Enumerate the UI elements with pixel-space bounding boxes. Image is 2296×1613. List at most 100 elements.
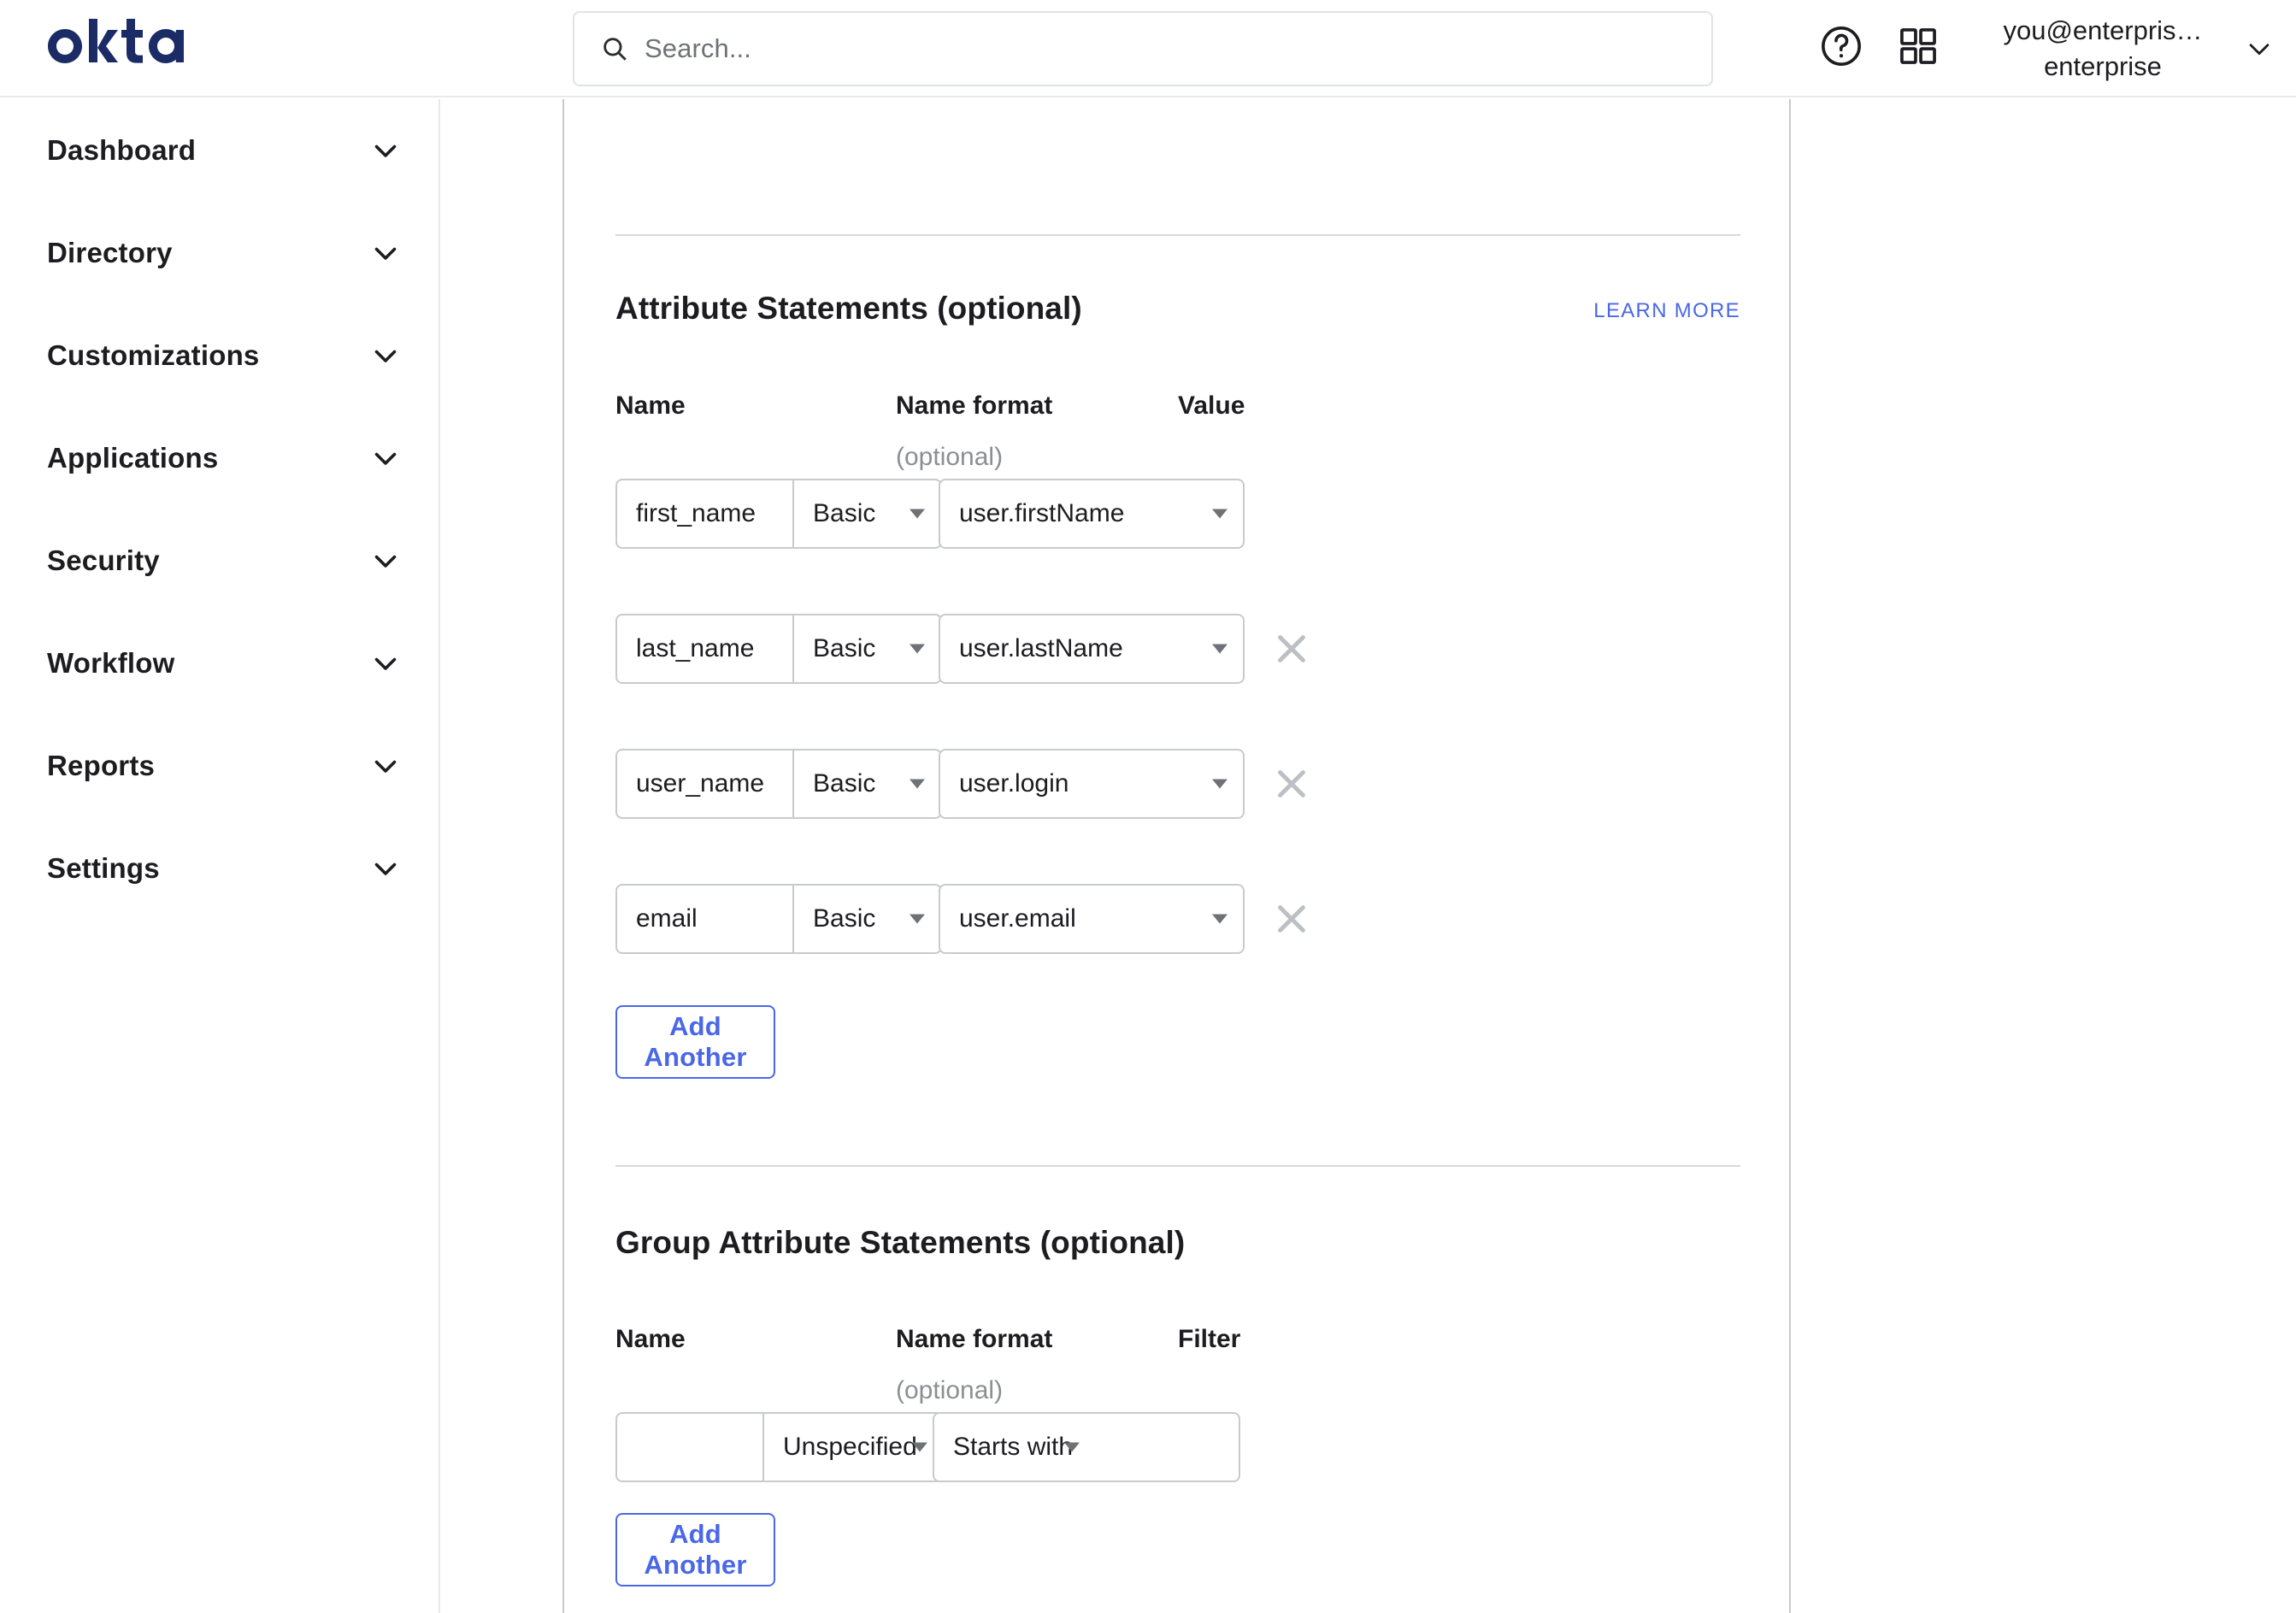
attribute-value-input[interactable] [939,884,1186,954]
attribute-name-input[interactable] [615,479,792,549]
learn-more-link[interactable]: LEARN MORE [1453,299,1740,323]
attribute-name-input[interactable] [615,884,792,954]
sidebar-item-reports[interactable]: Reports [0,715,439,817]
caret-down-icon [1212,509,1227,519]
remove-attribute-icon[interactable] [1272,899,1311,939]
main-content: Attribute Statements (optional) LEARN MO… [442,99,2296,1613]
okta-logo[interactable] [44,19,207,72]
chevron-down-icon [370,238,401,268]
caret-down-icon [1212,779,1227,789]
column-header-name-format-sub: (optional) [896,443,1004,471]
sidebar-item-dashboard[interactable]: Dashboard [0,99,439,202]
group-row-name-group: Unspecified [615,1412,945,1482]
attribute-row-name-group: Basic [615,749,942,819]
sidebar-item-workflow[interactable]: Workflow [0,612,439,715]
caret-down-icon [910,779,925,789]
attribute-name-format-select[interactable]: Basic [792,749,942,819]
group-name-format-value: Unspecified [783,1433,917,1461]
attribute-value-input[interactable] [939,749,1186,819]
attribute-name-format-value: Basic [813,769,876,798]
caret-down-icon [1064,1442,1080,1452]
divider-top [615,234,1740,236]
attribute-value-input[interactable] [939,479,1186,549]
search-icon [600,34,629,63]
sidebar-item-label: Settings [47,852,160,884]
attribute-value-input[interactable] [939,614,1186,684]
user-menu-email: you@enterpris… [2003,15,2203,45]
caret-down-icon [1212,914,1227,924]
attribute-name-input[interactable] [615,749,792,819]
attribute-value-dropdown-button[interactable] [1186,884,1245,954]
attribute-name-format-value: Basic [813,499,876,527]
attribute-row-value-group [939,884,1245,954]
remove-attribute-icon[interactable] [1272,764,1311,804]
add-another-attribute-button[interactable]: Add Another [615,1005,775,1079]
help-circle-icon[interactable] [1818,23,1864,69]
sidebar-item-security[interactable]: Security [0,509,439,612]
column-header-value: Value [1178,391,1245,420]
sidebar-item-label: Customizations [47,339,260,371]
column-header-name-format: Name format [896,391,1053,420]
divider-middle [615,1165,1740,1167]
top-bar: Search... you@enterpris… enterprise [0,0,2296,97]
group-attribute-statements-heading: Group Attribute Statements (optional) [615,1225,1186,1260]
sidebar-nav: Dashboard Directory Customizations Appli… [0,99,440,1613]
caret-down-icon [910,644,925,654]
attribute-name-input[interactable] [615,614,792,684]
chevron-down-icon [370,648,401,679]
attribute-name-format-select[interactable]: Basic [792,884,942,954]
caret-down-icon [912,1442,927,1452]
chevron-down-icon [370,135,401,166]
caret-down-icon [910,509,925,519]
apps-grid-icon[interactable] [1896,24,1940,68]
sidebar-item-label: Applications [47,442,219,474]
user-menu-text: you@enterpris… enterprise [1975,13,2231,85]
chevron-down-icon [2245,34,2274,63]
chevron-down-icon [370,853,401,884]
attribute-row-name-group: Basic [615,884,942,954]
group-column-header-filter: Filter [1178,1325,1241,1353]
attribute-value-dropdown-button[interactable] [1186,614,1245,684]
group-filter-operator-value: Starts with [953,1433,1074,1461]
caret-down-icon [1212,644,1227,654]
sidebar-item-label: Reports [47,750,156,781]
attribute-name-format-select[interactable]: Basic [792,479,942,549]
attribute-value-dropdown-button[interactable] [1186,749,1245,819]
sidebar-item-applications[interactable]: Applications [0,407,439,509]
search-placeholder: Search... [645,33,751,63]
group-name-input[interactable] [615,1412,762,1482]
attribute-row-name-group: Basic [615,479,942,549]
column-header-name: Name [615,391,686,420]
sidebar-item-label: Workflow [47,647,175,679]
group-filter-operator-select[interactable]: Starts with [933,1412,1095,1482]
remove-attribute-icon[interactable] [1272,629,1311,668]
add-another-group-button[interactable]: Add Another [615,1513,775,1587]
sidebar-item-label: Directory [47,237,173,268]
sidebar-item-directory[interactable]: Directory [0,202,439,304]
user-menu-org: enterprise [2044,51,2162,81]
sidebar-item-customizations[interactable]: Customizations [0,304,439,407]
chevron-down-icon [370,545,401,576]
attribute-row-value-group [939,614,1245,684]
user-menu[interactable]: you@enterpris… enterprise [1957,9,2274,89]
caret-down-icon [910,914,925,924]
attribute-row-name-group: Basic [615,614,942,684]
chevron-down-icon [370,443,401,474]
group-row-filter-group: Starts with [933,1412,1240,1482]
group-column-header-name-format-sub: (optional) [896,1376,1004,1404]
group-filter-value-input[interactable] [1095,1412,1240,1482]
saml-settings-card: Attribute Statements (optional) LEARN MO… [562,99,1791,1613]
sidebar-item-label: Dashboard [47,134,197,166]
attribute-name-format-value: Basic [813,634,876,662]
chevron-down-icon [370,751,401,781]
attribute-name-format-select[interactable]: Basic [792,614,942,684]
attribute-statements-heading: Attribute Statements (optional) [615,291,1082,326]
group-name-format-select[interactable]: Unspecified [762,1412,945,1482]
chevron-down-icon [370,340,401,371]
search-bar[interactable]: Search... [573,11,1713,86]
attribute-name-format-value: Basic [813,904,876,933]
attribute-value-dropdown-button[interactable] [1186,479,1245,549]
attribute-row-value-group [939,479,1245,549]
sidebar-item-settings[interactable]: Settings [0,817,439,920]
sidebar-item-label: Security [47,545,160,576]
